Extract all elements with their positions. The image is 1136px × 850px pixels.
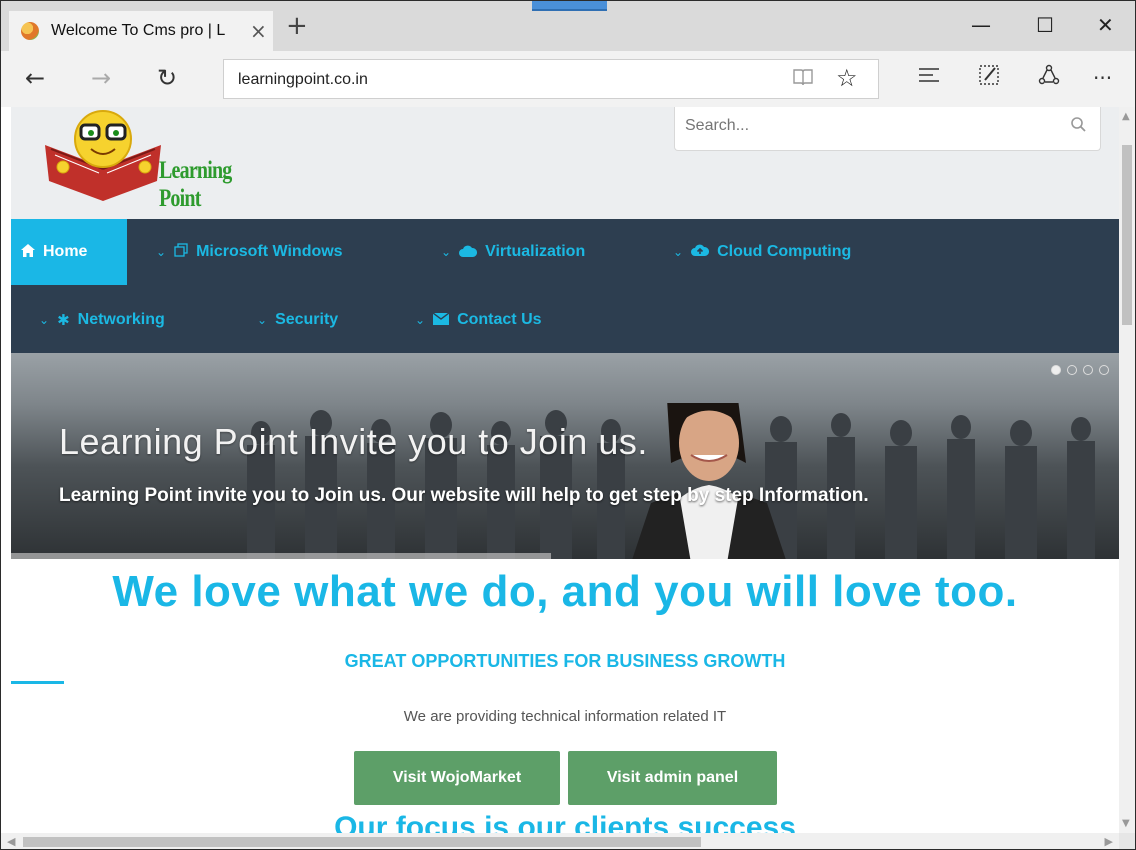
address-bar[interactable]: learningpoint.co.in ☆ <box>223 59 879 99</box>
horizontal-scrollbar[interactable]: ◀ ▶ <box>1 833 1119 849</box>
hero-title: Learning Point Invite you to Join us. <box>59 421 648 462</box>
page-subheadline: GREAT OPPORTUNITIES FOR BUSINESS GROWTH <box>344 651 786 671</box>
tab-title: Welcome To Cms pro | L <box>51 22 226 39</box>
menu-item-cloud-computing[interactable]: ⌄ Cloud Computing <box>673 219 851 285</box>
scroll-up-icon[interactable]: ▲ <box>1122 111 1130 122</box>
title-bar-accent <box>532 1 607 11</box>
slider-dot[interactable] <box>1083 365 1093 375</box>
menu-label-cloud-computing: Cloud Computing <box>717 243 852 260</box>
refresh-icon[interactable]: ↻ <box>157 63 177 93</box>
visit-admin-panel-button[interactable]: Visit admin panel <box>568 751 777 805</box>
hero-slider: Learning Point Invite you to Join us. Le… <box>11 353 1119 559</box>
slider-progress-bar <box>11 553 551 559</box>
menu-label-home: Home <box>43 243 88 260</box>
search-icon[interactable] <box>1070 115 1086 135</box>
focus-heading: Our focus is our clients success <box>334 811 796 833</box>
slider-pagination <box>1051 365 1109 375</box>
cloud-upload-icon <box>691 243 710 261</box>
web-note-icon[interactable] <box>977 63 1001 94</box>
browser-tab[interactable]: Welcome To Cms pro | L × <box>9 11 273 51</box>
copy-icon <box>174 243 188 261</box>
home-icon <box>21 243 35 261</box>
horizontal-scroll-thumb[interactable] <box>23 837 701 847</box>
menu-label-security: Security <box>275 311 339 328</box>
web-page: Learning Point Home ⌄ Micro <box>11 107 1119 833</box>
share-icon[interactable] <box>1037 63 1061 94</box>
slider-dot[interactable] <box>1067 365 1077 375</box>
scroll-right-icon[interactable]: ▶ <box>1105 835 1113 848</box>
menu-item-home[interactable]: Home <box>11 219 127 285</box>
menu-item-contact-us[interactable]: ⌄ Contact Us <box>415 287 542 353</box>
cloud-icon <box>459 243 478 261</box>
slider-dot[interactable] <box>1099 365 1109 375</box>
title-bar: Welcome To Cms pro | L × + — ☐ ✕ <box>1 1 1135 51</box>
vertical-scroll-thumb[interactable] <box>1122 145 1132 325</box>
main-menu: Home ⌄ Microsoft Windows ⌄ Virtualizatio… <box>11 219 1119 353</box>
menu-label-microsoft-windows: Microsoft Windows <box>196 243 343 260</box>
scroll-left-icon[interactable]: ◀ <box>7 835 15 848</box>
browser-window: Welcome To Cms pro | L × + — ☐ ✕ ← → ↻ l… <box>0 0 1136 850</box>
search-box[interactable] <box>674 107 1101 151</box>
site-header: Learning Point <box>11 107 1119 219</box>
vertical-scrollbar[interactable]: ▲ ▼ <box>1119 107 1135 833</box>
visit-wojomarket-button[interactable]: Visit WojoMarket <box>354 751 560 805</box>
maximize-icon[interactable]: ☐ <box>1036 13 1054 37</box>
menu-item-virtualization[interactable]: ⌄ Virtualization <box>441 219 585 285</box>
tab-close-icon[interactable]: × <box>250 19 267 43</box>
address-url[interactable]: learningpoint.co.in <box>238 71 368 89</box>
favorite-star-icon[interactable]: ☆ <box>836 64 858 92</box>
chevron-down-icon: ⌄ <box>257 313 268 327</box>
new-tab-icon[interactable]: + <box>286 13 308 39</box>
menu-item-networking[interactable]: ⌄ ✱ Networking <box>39 287 165 353</box>
chevron-down-icon: ⌄ <box>673 245 684 259</box>
menu-label-contact-us: Contact Us <box>457 311 542 328</box>
search-input[interactable] <box>685 113 1045 139</box>
logo-text: Learning Point <box>159 157 232 212</box>
chevron-down-icon: ⌄ <box>39 313 50 327</box>
asterisk-icon: ✱ <box>57 311 70 329</box>
site-logo[interactable]: Learning Point <box>41 109 281 212</box>
more-icon[interactable]: ··· <box>1093 63 1112 93</box>
scroll-down-icon[interactable]: ▼ <box>1122 818 1130 829</box>
menu-label-virtualization: Virtualization <box>485 243 586 260</box>
menu-label-networking: Networking <box>77 311 165 328</box>
chevron-down-icon: ⌄ <box>441 245 452 259</box>
hub-icon[interactable] <box>917 63 941 94</box>
tab-favicon-icon <box>21 22 39 40</box>
chevron-down-icon: ⌄ <box>415 313 426 327</box>
slider-dot[interactable] <box>1051 365 1061 375</box>
reading-view-icon[interactable] <box>792 66 814 94</box>
page-headline: We love what we do, and you will love to… <box>112 567 1018 616</box>
menu-item-microsoft-windows[interactable]: ⌄ Microsoft Windows <box>156 219 343 285</box>
back-icon[interactable]: ← <box>25 63 45 93</box>
hero-subtitle: Learning Point invite you to Join us. Ou… <box>59 485 869 506</box>
minimize-icon[interactable]: — <box>971 13 991 37</box>
scrollbar-corner <box>1119 833 1135 849</box>
page-description: We are providing technical information r… <box>403 708 727 725</box>
chevron-down-icon: ⌄ <box>156 245 167 259</box>
menu-item-security[interactable]: ⌄ Security <box>257 287 338 353</box>
envelope-icon <box>432 311 450 329</box>
close-window-icon[interactable]: ✕ <box>1097 13 1114 37</box>
accent-divider <box>11 681 64 684</box>
navigation-bar: ← → ↻ learningpoint.co.in ☆ ··· <box>1 51 1135 107</box>
forward-icon[interactable]: → <box>91 63 111 93</box>
